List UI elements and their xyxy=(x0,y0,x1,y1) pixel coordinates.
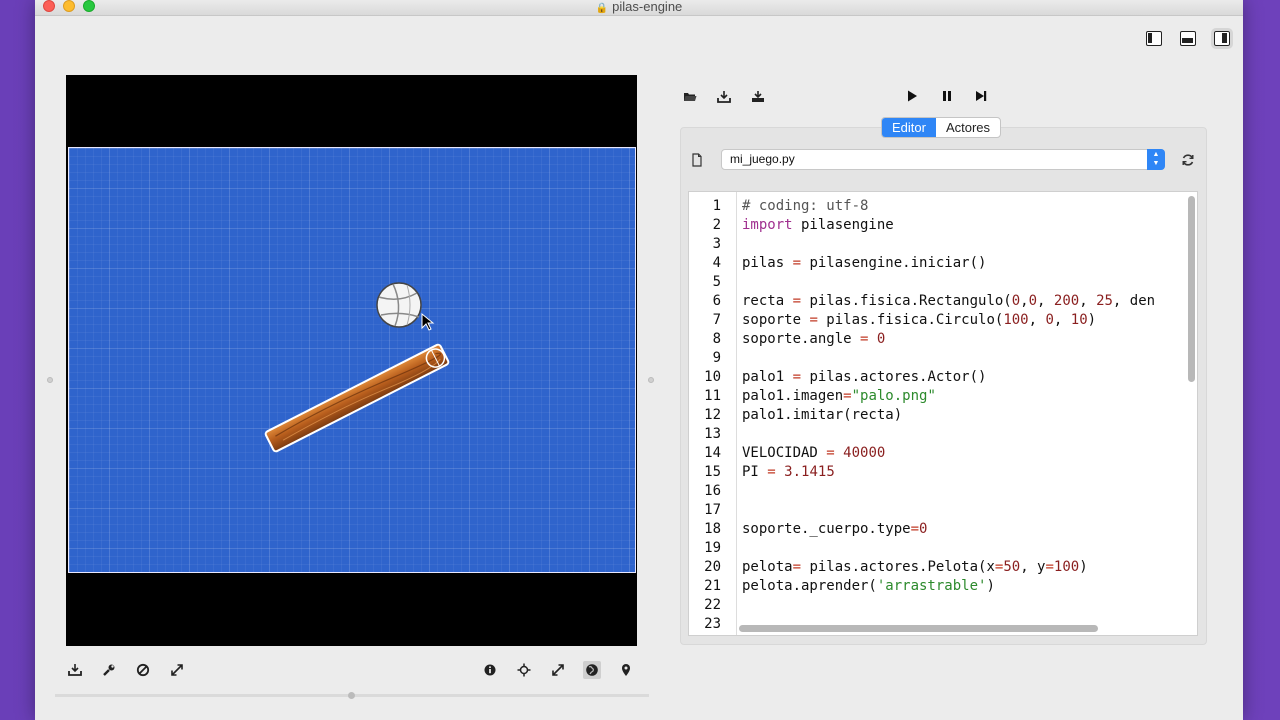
line-number: 4 xyxy=(712,255,721,271)
refresh-icon xyxy=(1182,154,1194,166)
line-number: 5 xyxy=(712,274,721,290)
line-number-gutter: 1 2 3 4 5 6 7 8 9 10 11 12 13 14 15 16 17 18 19 20 21 22 23 xyxy=(689,192,737,635)
code-line[interactable]: VELOCIDAD = 40000 xyxy=(742,444,885,463)
save-as-button[interactable] xyxy=(749,88,767,106)
center-splitter-handle[interactable] xyxy=(648,377,654,383)
window-title-text: pilas-engine xyxy=(612,0,683,14)
line-number: 15 xyxy=(704,464,721,480)
layout-left-panel-button[interactable] xyxy=(1146,31,1162,46)
code-line[interactable]: palo1.imagen="palo.png" xyxy=(742,387,936,406)
code-line[interactable]: pelota.aprender('arrastrable') xyxy=(742,577,995,596)
splitter-knob[interactable] xyxy=(348,692,355,699)
lock-icon: 🔒 xyxy=(595,3,609,14)
line-number: 3 xyxy=(712,236,721,252)
title-bar: 🔒 pilas-engine xyxy=(35,0,1243,16)
tab-editor[interactable]: Editor xyxy=(882,118,936,137)
mouse-cursor-icon xyxy=(421,312,435,331)
stage-scene xyxy=(264,282,450,453)
line-number: 23 xyxy=(704,616,721,632)
line-number: 7 xyxy=(712,312,721,328)
pause-icon xyxy=(943,91,951,101)
line-number: 14 xyxy=(704,445,721,461)
canvas-download-button[interactable] xyxy=(66,661,84,679)
code-line[interactable]: palo1 = pilas.actores.Actor() xyxy=(742,368,986,387)
ban-icon xyxy=(136,663,150,677)
step-forward-button[interactable] xyxy=(972,87,990,105)
code-line[interactable]: PI = 3.1415 xyxy=(742,463,835,482)
line-number: 10 xyxy=(704,369,721,385)
open-folder-icon xyxy=(684,93,697,101)
reload-button[interactable] xyxy=(1179,151,1197,169)
location-pin-icon xyxy=(622,664,630,676)
game-stage[interactable] xyxy=(68,147,636,573)
line-number: 20 xyxy=(704,559,721,575)
wrench-button[interactable] xyxy=(100,661,118,679)
tab-actores[interactable]: Actores xyxy=(936,118,1000,137)
pause-button[interactable] xyxy=(938,87,956,105)
layout-right-panel-button[interactable] xyxy=(1211,28,1233,49)
code-line[interactable]: # coding: utf-8 xyxy=(742,197,868,216)
play-icon xyxy=(908,90,917,102)
line-number: 18 xyxy=(704,521,721,537)
file-icon xyxy=(692,153,702,167)
file-selector-value: mi_juego.py xyxy=(730,152,795,166)
save-icon xyxy=(717,91,731,103)
resize-button[interactable] xyxy=(549,661,567,679)
step-forward-icon xyxy=(976,91,987,101)
line-number: 13 xyxy=(704,426,721,442)
line-number: 1 xyxy=(712,198,721,214)
location-button[interactable] xyxy=(617,661,635,679)
wrench-icon xyxy=(103,664,115,676)
horizontal-splitter[interactable] xyxy=(55,692,649,699)
crosshair-button[interactable] xyxy=(515,661,533,679)
line-number: 2 xyxy=(712,217,721,233)
line-number: 9 xyxy=(712,350,721,366)
code-line[interactable]: import pilasengine xyxy=(742,216,894,235)
code-line[interactable]: soporte.angle = 0 xyxy=(742,330,885,349)
vertical-scrollbar[interactable] xyxy=(1188,196,1195,382)
game-canvas[interactable] xyxy=(66,75,637,646)
code-line[interactable]: pelota= pilas.actores.Pelota(x=50, y=100… xyxy=(742,558,1088,577)
open-folder-button[interactable] xyxy=(681,88,699,106)
expand-icon xyxy=(171,664,183,676)
info-icon xyxy=(484,664,496,676)
line-number: 17 xyxy=(704,502,721,518)
line-number: 19 xyxy=(704,540,721,556)
ball-actor[interactable] xyxy=(376,282,422,328)
line-number: 16 xyxy=(704,483,721,499)
line-number: 12 xyxy=(704,407,721,423)
horizontal-scrollbar[interactable] xyxy=(739,625,1098,632)
layout-bottom-panel-button[interactable] xyxy=(1180,31,1196,46)
info-button[interactable] xyxy=(481,661,499,679)
code-line[interactable]: recta = pilas.fisica.Rectangulo(0,0, 200… xyxy=(742,292,1155,311)
file-selector[interactable]: mi_juego.py ▲ ▼ xyxy=(721,149,1165,170)
line-number: 22 xyxy=(704,597,721,613)
code-line[interactable]: pilas = pilasengine.iniciar() xyxy=(742,254,986,273)
chevron-updown-icon: ▲ ▼ xyxy=(1147,149,1165,170)
code-line[interactable]: palo1.imitar(recta) xyxy=(742,406,902,425)
fullscreen-button[interactable] xyxy=(168,661,186,679)
globe-button[interactable] xyxy=(583,661,601,679)
stick-actor[interactable] xyxy=(264,343,450,453)
play-button[interactable] xyxy=(903,87,921,105)
panel-tabs: Editor Actores xyxy=(881,117,1002,138)
save-as-icon xyxy=(752,91,764,102)
line-number: 21 xyxy=(704,578,721,594)
code-line[interactable]: soporte = pilas.fisica.Circulo(100, 0, 1… xyxy=(742,311,1096,330)
code-editor[interactable]: 1 2 3 4 5 6 7 8 9 10 11 12 13 14 15 16 17 18 19 20 21 22 23 # … xyxy=(688,191,1198,636)
save-button[interactable] xyxy=(715,88,733,106)
new-file-button[interactable] xyxy=(688,151,706,169)
line-number: 6 xyxy=(712,293,721,309)
line-number: 8 xyxy=(712,331,721,347)
app-window: 🔒 pilas-engine Editor Actores mi_juego.p… xyxy=(35,0,1243,720)
code-line[interactable]: soporte._cuerpo.type=0 xyxy=(742,520,927,539)
resize-icon xyxy=(552,664,564,676)
line-number: 11 xyxy=(704,388,721,404)
download-icon xyxy=(68,664,82,676)
window-title: 🔒 pilas-engine xyxy=(35,0,1243,14)
crosshair-icon xyxy=(517,663,531,677)
globe-icon xyxy=(586,664,598,676)
left-splitter-handle[interactable] xyxy=(47,377,53,383)
disable-button[interactable] xyxy=(134,661,152,679)
